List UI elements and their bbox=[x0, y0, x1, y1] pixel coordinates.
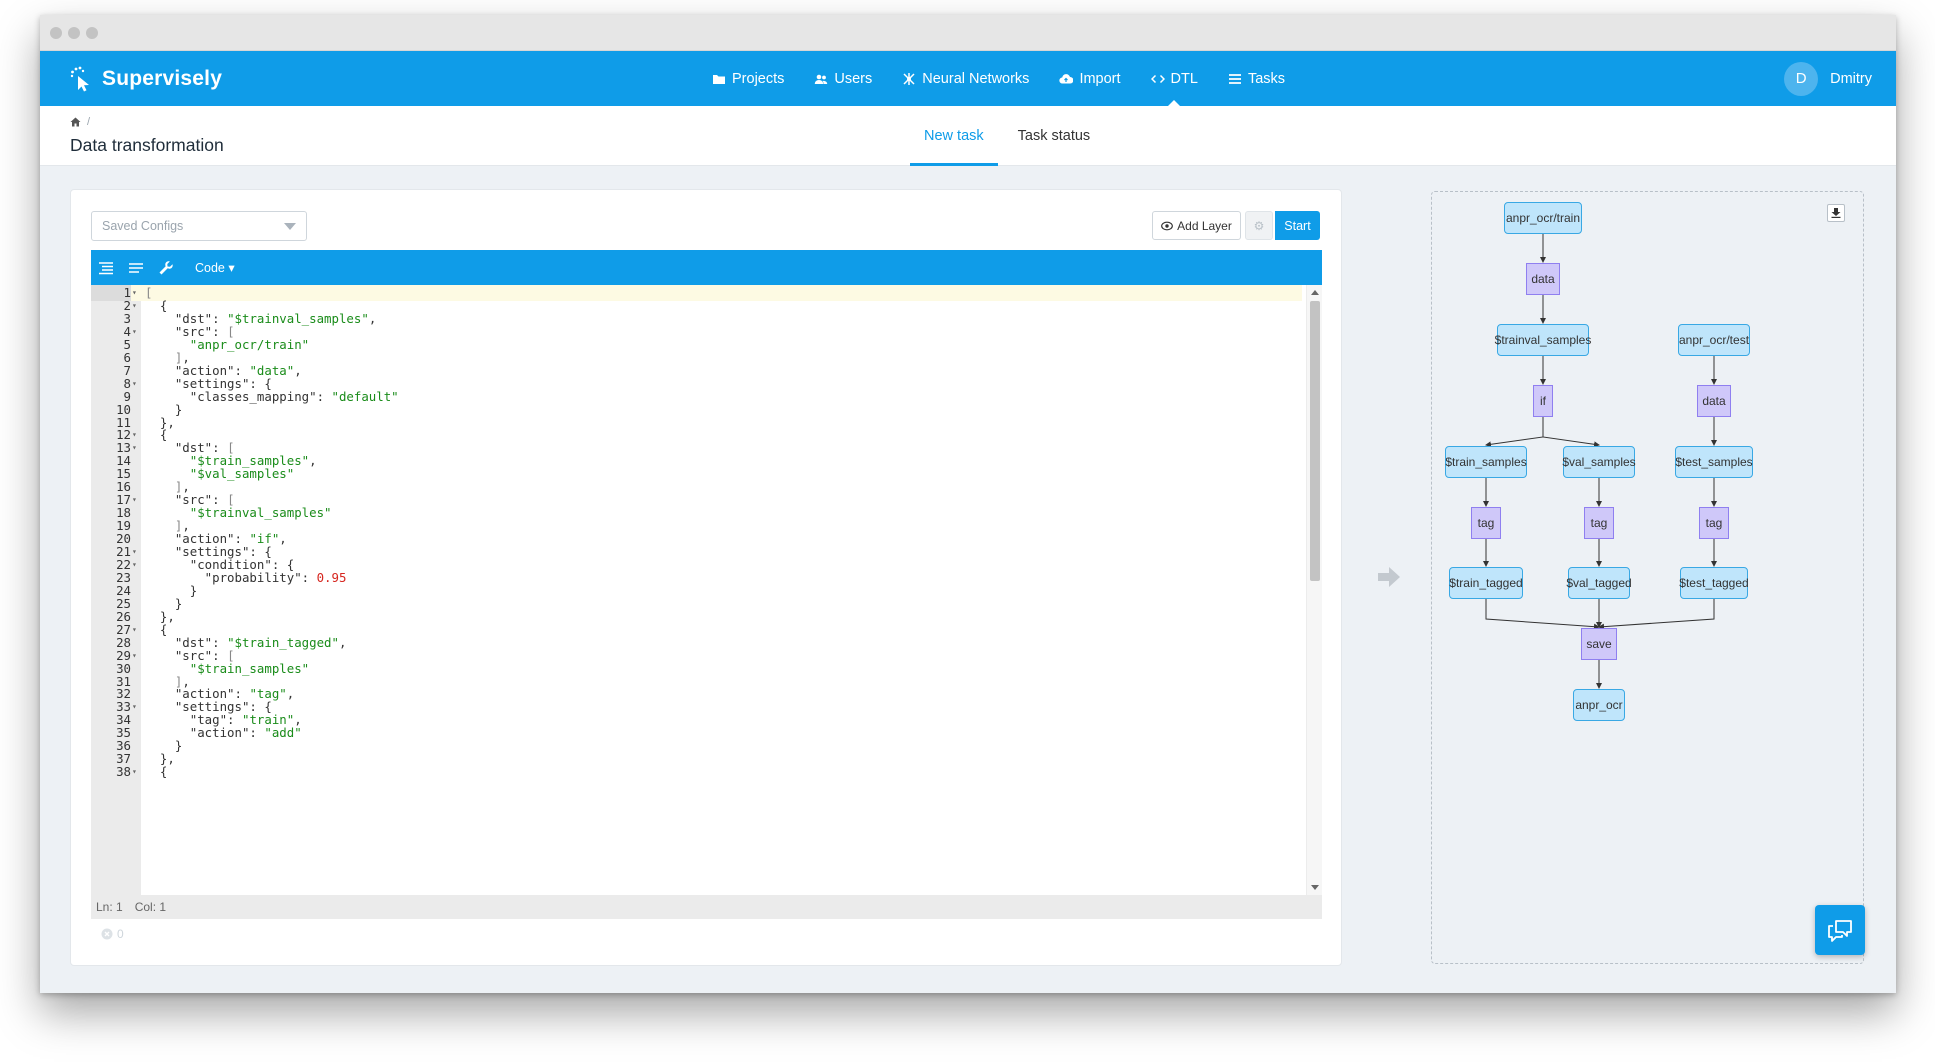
scroll-down-arrow[interactable] bbox=[1311, 885, 1319, 890]
error-count-value: 0 bbox=[117, 927, 124, 941]
graph-data-node[interactable]: $val_tagged bbox=[1566, 567, 1632, 599]
home-icon[interactable] bbox=[70, 117, 81, 127]
window-titlebar bbox=[40, 15, 1896, 51]
logo-icon bbox=[70, 66, 89, 91]
nav-item-label: Neural Networks bbox=[922, 70, 1030, 87]
saved-configs-placeholder: Saved Configs bbox=[102, 219, 184, 233]
code-line: 38 ▾ { bbox=[91, 764, 1302, 780]
breadcrumb: / bbox=[70, 116, 90, 128]
graph-data-node[interactable]: anpr_ocr bbox=[1573, 689, 1625, 721]
graph-edge bbox=[1485, 599, 1600, 630]
chat-button[interactable] bbox=[1815, 905, 1865, 955]
graph-data-node[interactable]: $train_tagged bbox=[1449, 567, 1523, 599]
eye-icon bbox=[1161, 221, 1174, 230]
nav-item-label: Projects bbox=[732, 70, 785, 87]
breadcrumb-separator: / bbox=[87, 116, 91, 128]
nav-item-dtl[interactable]: DTL bbox=[1150, 51, 1198, 106]
code-editor[interactable]: 1 ▾[2 ▾ {3 "dst": "$trainval_samples", 4 ▾ "… bbox=[91, 285, 1322, 895]
chevron-down-icon bbox=[284, 223, 296, 230]
nav-item-projects[interactable]: Projects bbox=[712, 51, 784, 106]
window-maximize-dot[interactable] bbox=[86, 27, 98, 39]
scroll-thumb[interactable] bbox=[1310, 301, 1320, 581]
chat-icon bbox=[1828, 920, 1852, 942]
graph-data-node[interactable]: anpr_ocr/train bbox=[1504, 202, 1582, 234]
code-token: { bbox=[145, 764, 168, 780]
graph-op-node[interactable]: tag bbox=[1699, 507, 1729, 539]
nav-item-label: DTL bbox=[1170, 70, 1198, 87]
graph-op-node[interactable]: tag bbox=[1471, 507, 1501, 539]
nav-item-neural-networks[interactable]: Neural Networks bbox=[902, 51, 1029, 106]
folder-icon bbox=[712, 72, 726, 86]
graph-op-node[interactable]: save bbox=[1581, 628, 1617, 660]
page-title: Data transformation bbox=[70, 135, 224, 155]
tabs: New task Task status bbox=[910, 106, 1110, 166]
editor-card: Saved Configs Add Layer ⚙ Start Code ▾ 1… bbox=[70, 189, 1342, 966]
code-text: { bbox=[145, 764, 167, 780]
user-name[interactable]: Dmitry bbox=[1830, 71, 1872, 87]
start-button[interactable]: Start bbox=[1275, 211, 1320, 240]
nav-item-tasks[interactable]: Tasks bbox=[1228, 51, 1285, 106]
list-icon bbox=[1228, 72, 1242, 86]
graph-data-node[interactable]: $test_tagged bbox=[1679, 567, 1749, 599]
nav-item-label: Import bbox=[1079, 70, 1121, 87]
tab-new-task[interactable]: New task bbox=[910, 106, 998, 166]
saved-configs-select[interactable]: Saved Configs bbox=[91, 211, 307, 241]
graph-op-node[interactable]: data bbox=[1526, 263, 1560, 295]
user-menu[interactable]: D Dmitry bbox=[1784, 51, 1872, 106]
graph-edge bbox=[1598, 599, 1715, 630]
wrench-icon[interactable] bbox=[151, 250, 181, 285]
window-close-dot[interactable] bbox=[50, 27, 62, 39]
app-name: Supervisely bbox=[102, 66, 223, 90]
editor-statusbar: Ln: 1 Col: 1 bbox=[91, 895, 1322, 919]
line-number: 38 bbox=[116, 764, 131, 780]
add-layer-label: Add Layer bbox=[1177, 218, 1232, 233]
page-header: / Data transformation New task Task stat… bbox=[40, 106, 1896, 166]
compact-icon[interactable] bbox=[121, 250, 151, 285]
graph-data-node[interactable]: $trainval_samples bbox=[1495, 324, 1591, 356]
nav-item-label: Users bbox=[834, 70, 873, 87]
browser-window: Supervisely Projects Users Neural Networks… bbox=[40, 15, 1896, 993]
graph-data-node[interactable]: $train_samples bbox=[1445, 446, 1527, 478]
arrow-right-icon bbox=[1378, 567, 1402, 592]
graph-op-node[interactable]: if bbox=[1533, 385, 1553, 417]
code-icon bbox=[1150, 72, 1165, 86]
scroll-up-arrow[interactable] bbox=[1311, 290, 1319, 295]
graph-panel: anpr_ocr/traindata $trainval_samples anpr_… bbox=[1431, 191, 1864, 964]
network-icon bbox=[902, 72, 916, 86]
error-icon bbox=[101, 928, 113, 940]
editor-scrollbar[interactable] bbox=[1306, 285, 1322, 895]
top-navbar: Supervisely Projects Users Neural Networks… bbox=[40, 51, 1896, 106]
users-icon bbox=[814, 72, 828, 86]
graph-op-node[interactable]: tag bbox=[1584, 507, 1614, 539]
nav-item-users[interactable]: Users bbox=[814, 51, 872, 106]
settings-button[interactable]: ⚙ bbox=[1245, 211, 1273, 240]
graph-data-node[interactable]: $test_samples bbox=[1675, 446, 1753, 478]
cursor-col: Col: 1 bbox=[134, 900, 167, 914]
code-toolbar: Code ▾ bbox=[91, 250, 1322, 285]
code-mode-dropdown[interactable]: Code ▾ bbox=[195, 260, 235, 275]
nav-item-label: Tasks bbox=[1247, 70, 1286, 87]
graph-data-node[interactable]: anpr_ocr/test bbox=[1678, 324, 1750, 356]
add-layer-button[interactable]: Add Layer bbox=[1152, 211, 1241, 240]
graph-edge bbox=[1485, 417, 1544, 448]
window-minimize-dot[interactable] bbox=[68, 27, 80, 39]
brand[interactable]: Supervisely bbox=[70, 51, 222, 106]
tab-task-status[interactable]: Task status bbox=[1004, 106, 1105, 166]
main-nav: Projects Users Neural Networks Import DTL Tas… bbox=[712, 51, 1285, 106]
graph-data-node[interactable]: $val_samples bbox=[1562, 446, 1636, 478]
format-icon[interactable] bbox=[91, 250, 121, 285]
gear-icon: ⚙ bbox=[1253, 218, 1265, 233]
graph-op-node[interactable]: data bbox=[1697, 385, 1731, 417]
nav-item-import[interactable]: Import bbox=[1059, 51, 1121, 106]
cursor-line: Ln: 1 bbox=[96, 900, 123, 914]
cloud-upload-icon bbox=[1059, 72, 1074, 86]
graph-edge bbox=[1542, 417, 1600, 448]
error-count: 0 bbox=[101, 927, 124, 941]
avatar[interactable]: D bbox=[1784, 61, 1819, 96]
fold-toggle-icon[interactable]: ▾ bbox=[132, 764, 141, 780]
